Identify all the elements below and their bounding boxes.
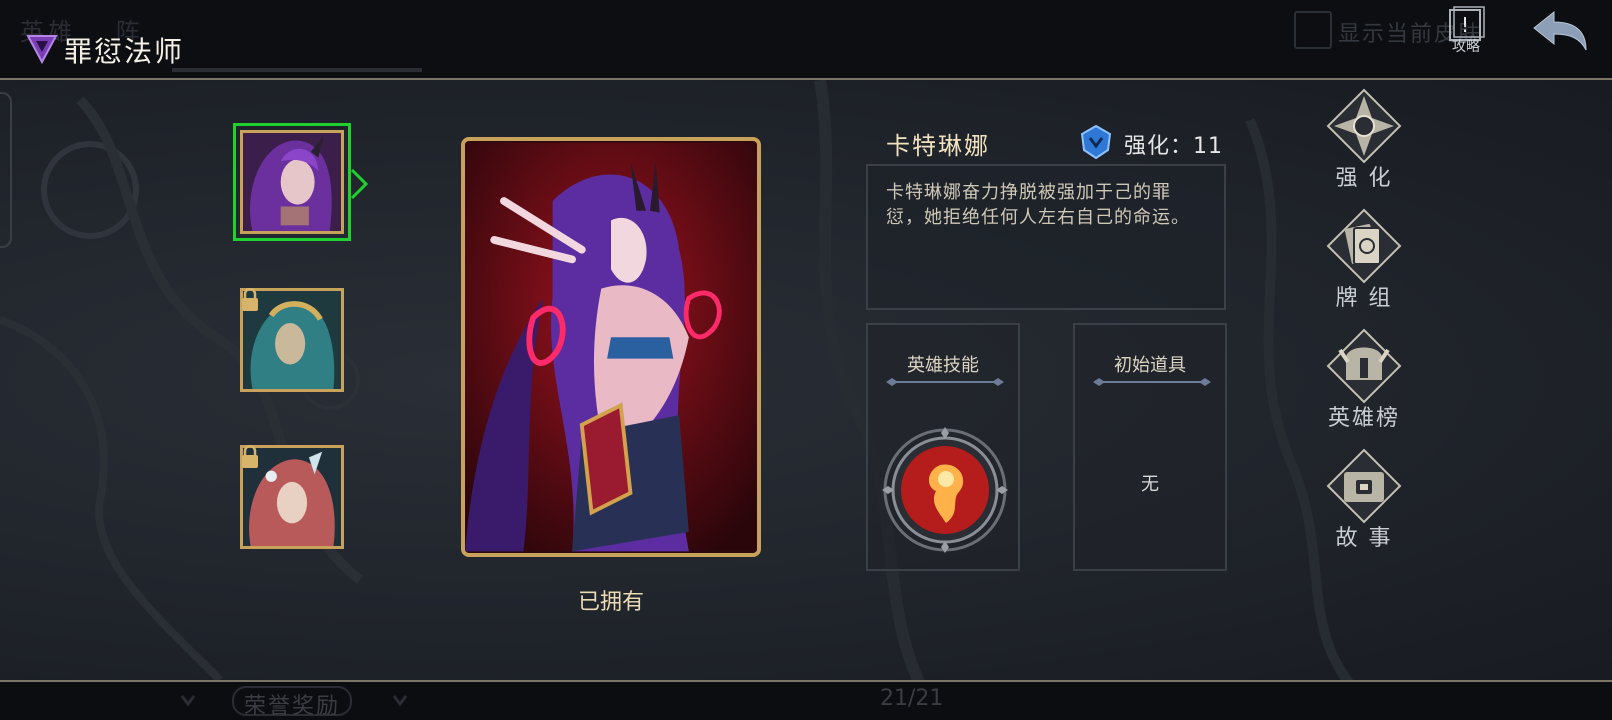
- menu-enhance-label: 强 化: [1335, 166, 1393, 191]
- chevron-down-icon[interactable]: [178, 688, 198, 712]
- top-bar: 英雄 阵 罪愆法师 显示当前皮肤 ! 攻略: [0, 0, 1612, 78]
- menu-story-label: 故 事: [1335, 526, 1393, 551]
- hero-skills-panel: 英雄技能: [866, 323, 1020, 571]
- enhance-compass-icon: [1326, 88, 1402, 164]
- chevron-down-icon[interactable]: [390, 688, 410, 712]
- hero-portrait-katarina[interactable]: [233, 123, 351, 241]
- menu-story-button[interactable]: 故 事: [1322, 448, 1406, 552]
- enhance-level: 强化：11: [1124, 134, 1223, 159]
- sin-mage-class-icon: [26, 35, 58, 65]
- katarina-portrait-art: [243, 133, 341, 231]
- lock-icon: [242, 288, 258, 311]
- lock-icon: [242, 445, 258, 468]
- menu-hero-ranking-label: 英雄榜: [1327, 406, 1400, 431]
- fire-skill-icon[interactable]: [880, 425, 1010, 555]
- menu-enhance-button[interactable]: 强 化: [1322, 88, 1406, 192]
- story-book-icon: [1326, 448, 1402, 524]
- starting-items-panel: 初始道具 无: [1073, 323, 1227, 571]
- katarina-full-art: [465, 142, 757, 552]
- title-divider: [886, 378, 1004, 386]
- hero-name: 卡特琳娜: [886, 132, 990, 160]
- hero-skills-title: 英雄技能: [907, 355, 979, 376]
- bottom-bar: 荣誉奖励 21/21: [0, 682, 1612, 720]
- hero-description: 卡特琳娜奋力挣脱被强加于己的罪愆，她拒绝任何人左右自己的命运。: [886, 182, 1190, 228]
- menu-deck-label: 牌 组: [1335, 286, 1393, 311]
- show-current-skin-checkbox[interactable]: [1294, 11, 1332, 49]
- svg-text:!: !: [1461, 13, 1469, 37]
- deck-cards-icon: [1326, 208, 1402, 284]
- title-divider: [172, 68, 422, 72]
- menu-deck-button[interactable]: 牌 组: [1322, 208, 1406, 312]
- title-divider: [1093, 378, 1211, 386]
- hero-card-art[interactable]: [461, 137, 761, 557]
- back-arrow-icon[interactable]: [1530, 8, 1590, 54]
- honor-rewards-button[interactable]: 荣誉奖励: [232, 686, 353, 719]
- guide-label: 攻略: [1452, 39, 1480, 55]
- selected-indicator-arrow: [350, 168, 369, 200]
- class-title: 罪愆法师: [64, 35, 185, 68]
- menu-hero-ranking-button[interactable]: 英雄榜: [1322, 328, 1406, 432]
- starting-items-title: 初始道具: [1114, 355, 1186, 376]
- hero-ranking-helmet-icon: [1326, 328, 1402, 404]
- owned-status-label: 已拥有: [577, 590, 644, 615]
- enhance-shield-icon: [1080, 124, 1112, 160]
- starting-items-value: 无: [1141, 474, 1159, 495]
- hero-description-box: 卡特琳娜奋力挣脱被强加于己的罪愆，她拒绝任何人左右自己的命运。: [866, 164, 1226, 310]
- page-counter: 21/21: [880, 686, 944, 711]
- side-drawer-tab[interactable]: [0, 92, 12, 248]
